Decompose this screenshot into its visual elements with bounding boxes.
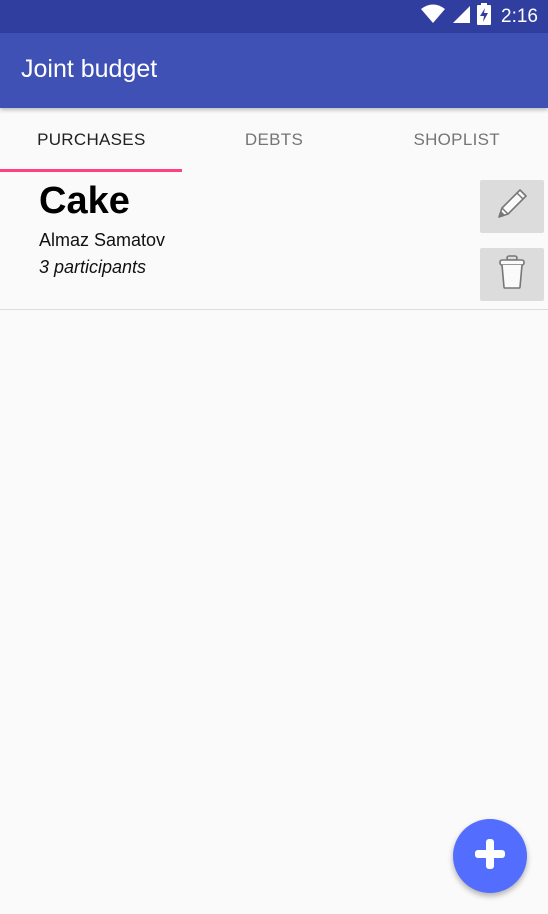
trash-icon [497, 254, 527, 295]
purchase-title: Cake [39, 180, 130, 222]
tab-shoplist[interactable]: SHOPLIST [365, 108, 548, 172]
purchase-author: Almaz Samatov [39, 230, 166, 250]
tab-purchases[interactable]: PURCHASES [0, 108, 183, 172]
status-icons: 2:16 [421, 0, 538, 33]
purchase-participants: 3 participants [39, 257, 147, 277]
app-title: Joint budget [21, 55, 158, 83]
signal-icon [451, 4, 471, 29]
add-purchase-button[interactable] [453, 819, 527, 893]
plus-icon [473, 837, 507, 876]
tab-bar: PURCHASES DEBTS SHOPLIST [0, 108, 548, 172]
pencil-icon [492, 184, 532, 229]
wifi-icon [421, 4, 446, 29]
status-time: 2:16 [501, 5, 538, 27]
status-bar: 2:16 [0, 0, 548, 33]
battery-charging-icon [477, 3, 492, 30]
delete-purchase-button[interactable] [480, 248, 544, 301]
tab-debts[interactable]: DEBTS [183, 108, 366, 172]
app-bar: Joint budget [0, 33, 548, 108]
purchase-list-item[interactable]: Cake Almaz Samatov 3 participants [0, 172, 548, 310]
edit-purchase-button[interactable] [480, 180, 544, 233]
